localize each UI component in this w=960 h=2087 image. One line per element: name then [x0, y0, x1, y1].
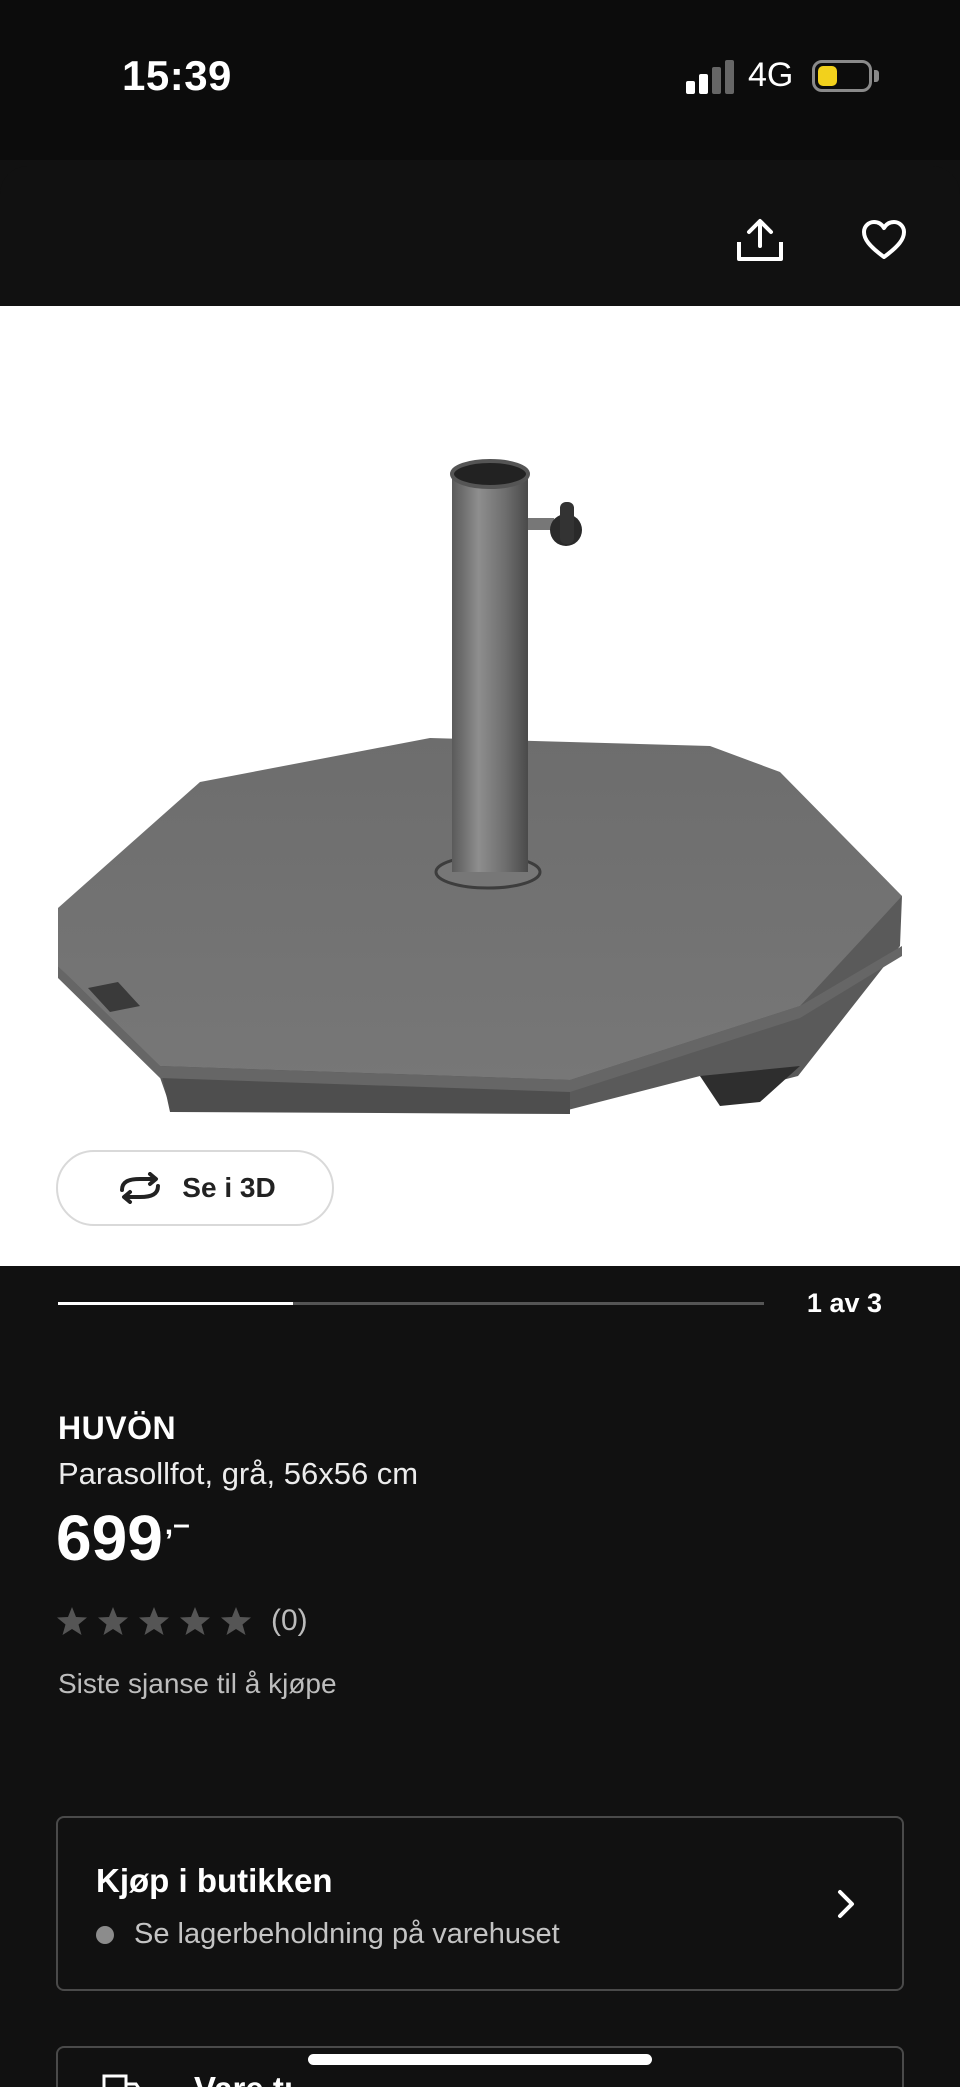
price-value: 699	[56, 1502, 163, 1574]
carousel-progress-fill	[58, 1302, 294, 1305]
signal-icon	[686, 60, 734, 94]
status-time: 15:39	[122, 52, 232, 99]
battery-icon	[812, 60, 872, 92]
buy-in-store-title: Kjøp i butikken	[96, 1862, 333, 1899]
stock-status-dot	[96, 1925, 114, 1944]
delivery-card-title: Vare tı	[194, 2070, 293, 2087]
price-suffix: ,–	[164, 1508, 190, 1541]
rating-count: (0)	[271, 1604, 308, 1637]
rotate-3d-icon	[120, 1172, 161, 1204]
battery-fill	[818, 66, 837, 86]
star-icon	[221, 1607, 251, 1635]
product-image-gallery[interactable]: Se i 3D	[0, 306, 960, 1266]
carousel-counter: 1 av 3	[806, 1288, 882, 1318]
product-description: Parasollfot, grå, 56x56 cm	[58, 1456, 419, 1491]
truck-icon	[102, 2074, 140, 2087]
share-button[interactable]	[720, 200, 800, 280]
network-label: 4G	[748, 56, 794, 94]
buy-in-store-card[interactable]: Kjøp i butikken Se lagerbeholdning på va…	[56, 1816, 904, 1991]
home-indicator[interactable]	[308, 2054, 652, 2065]
view-3d-label: Se i 3D	[182, 1172, 276, 1203]
delivery-card[interactable]: Vare tı	[56, 2046, 904, 2087]
carousel-progress	[58, 1302, 764, 1305]
availability-note: Siste sjanse til å kjøpe	[58, 1668, 337, 1699]
product-price: 699,–	[56, 1506, 190, 1570]
chevron-right-icon	[838, 1890, 854, 1918]
product-rating[interactable]: (0)	[56, 1604, 308, 1638]
stock-info: Se lagerbeholdning på varehuset	[96, 1918, 560, 1951]
view-3d-button[interactable]: Se i 3D	[56, 1150, 334, 1226]
status-bar: 15:39 4G	[0, 0, 960, 160]
star-icon	[180, 1607, 210, 1635]
product-image	[58, 459, 902, 1114]
star-icon	[57, 1607, 87, 1635]
battery-tip	[874, 70, 879, 82]
star-icon	[139, 1607, 169, 1635]
share-icon	[737, 219, 783, 261]
heart-icon	[862, 220, 906, 259]
stock-info-label: Se lagerbeholdning på varehuset	[134, 1918, 560, 1950]
product-brand: HUVÖN	[58, 1410, 177, 1446]
favorite-button[interactable]	[844, 200, 924, 280]
star-icon	[98, 1607, 128, 1635]
sheet-header	[0, 166, 960, 306]
